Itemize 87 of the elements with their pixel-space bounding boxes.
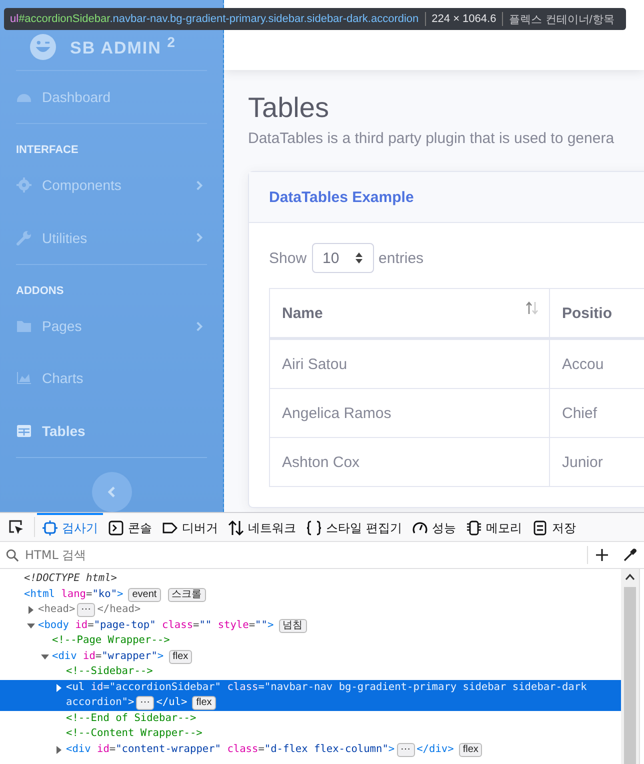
column-header[interactable]: Positio	[550, 288, 644, 338]
page-description: DataTables is a third party plugin that is used to genera	[248, 130, 616, 147]
area-chart-icon	[16, 370, 32, 386]
show-label: Show	[269, 250, 307, 266]
wrench-icon	[16, 230, 32, 246]
table-cell: Ashton Cox	[270, 438, 550, 486]
markup-row[interactable]: <ul id="accordionSidebar" class="navbar-nav bg-gradient-primary sidebar sidebar-dark accordion"> ⋯ </ul> flex	[0, 680, 621, 710]
braces-icon	[306, 520, 322, 536]
chevron-left-icon	[108, 486, 116, 498]
node-badge[interactable]: 넘침	[278, 618, 307, 632]
picker-icon	[8, 519, 24, 535]
markup-row[interactable]: <div id="content-wrapper" class="d-flex flex-column"> ⋯ </div> flex	[0, 742, 621, 757]
markup-text: </head>	[97, 603, 141, 615]
markup-row[interactable]: <body id="page-top" class="" style=""> 넘침	[0, 618, 621, 633]
markup-row[interactable]: <div id="wrapper"> flex	[0, 648, 621, 664]
markup-text: </ul>	[156, 696, 188, 708]
dimensions-text: 224 × 1064.6	[432, 13, 496, 25]
devtools-tab[interactable]: 콘솔	[103, 513, 157, 541]
markup-row[interactable]: <!--End of Sidebar-->	[0, 710, 621, 726]
markup-text: <div id="content-wrapper" class="d-flex flex-column">	[66, 742, 395, 754]
markup-row[interactable]: <!DOCTYPE html>	[0, 571, 621, 586]
markup-text: <!--Content Wrapper-->	[66, 727, 202, 739]
markup-text: <!DOCTYPE html>	[24, 572, 117, 584]
markup-text: <ul id="accordionSidebar" class="navbar-nav bg-gradient-primary sidebar sidebar-dark	[66, 680, 587, 692]
markup-row[interactable]: <!--Page Wrapper-->	[0, 633, 621, 648]
devtools-tab[interactable]: 저장	[526, 513, 581, 541]
markup-text: <!--Page Wrapper-->	[52, 634, 170, 646]
element-type-text: 플렉스 컨테이너/항목	[509, 12, 614, 26]
markup-text: </div>	[416, 742, 454, 754]
console-icon	[108, 520, 124, 536]
markup-text: <div id="wrapper">	[52, 650, 164, 662]
node-badge[interactable]: 스크롤	[168, 588, 206, 602]
page-size-select[interactable]: 10	[312, 243, 374, 273]
markup-text: <body id="page-top" class="" style="">	[38, 618, 274, 630]
devtools-tab[interactable]: 네트워크	[223, 513, 301, 541]
table-cell: Angelica Ramos	[270, 388, 550, 438]
markup-text: <!--Sidebar-->	[66, 665, 153, 677]
storage-icon	[532, 520, 548, 536]
collapsed-content-badge[interactable]: ⋯	[77, 603, 96, 617]
node-badge[interactable]: flex	[458, 742, 482, 756]
card-title: DataTables Example	[269, 188, 414, 206]
devtools-tab[interactable]: 디버거	[157, 513, 223, 541]
eyedropper-icon	[623, 548, 637, 562]
markup-row[interactable]: <html lang="ko"> event 스크롤	[0, 586, 621, 602]
collapsed-content-badge[interactable]: ⋯	[396, 742, 415, 756]
devtools-tab[interactable]: 검사기	[37, 513, 103, 541]
section-heading: ADDONS	[16, 284, 65, 299]
chip-icon	[466, 520, 482, 536]
devtools-tab[interactable]: 메모리	[460, 513, 527, 541]
markup-text: <!--End of Sidebar-->	[66, 712, 196, 724]
brand-name: SB ADMIN $^{2}$	[70, 35, 176, 59]
node-badge[interactable]: flex	[168, 650, 192, 664]
folder-icon	[16, 318, 32, 334]
laughing-face-icon	[30, 34, 56, 60]
gear-icon	[16, 177, 32, 194]
arrows-icon	[228, 520, 244, 536]
sort-arrows-icon	[354, 252, 363, 264]
expanded-arrow-icon[interactable]	[26, 620, 36, 630]
page-title: Tables	[248, 92, 330, 124]
markup-text: <head>	[38, 603, 76, 615]
scrollbar[interactable]	[621, 569, 639, 764]
markup-row[interactable]: <head> ⋯ </head>	[0, 602, 621, 618]
node-badge[interactable]: flex	[192, 696, 216, 710]
sidebar-toggle-button[interactable]	[92, 472, 132, 512]
entries-label: entries	[378, 250, 424, 266]
expanded-arrow-icon[interactable]	[40, 652, 50, 662]
devtools-tab[interactable]: 스타일 편집기	[301, 513, 407, 541]
collapsed-content-badge[interactable]: ⋯	[136, 696, 154, 710]
plus-icon	[595, 548, 609, 562]
column-header[interactable]: Name	[270, 288, 550, 338]
markup-text: accordion">	[66, 696, 134, 708]
node-badge[interactable]: event	[128, 588, 161, 602]
collapsed-arrow-icon[interactable]	[54, 744, 64, 754]
markup-text: <html lang="ko">	[24, 588, 124, 600]
section-heading: INTERFACE	[16, 143, 80, 158]
selector-text: ul#accordionSidebar.navbar-nav.bg-gradient-primary.sidebar.sidebar-dark.accordion	[10, 13, 419, 25]
gauge-icon	[412, 520, 428, 536]
square-icon	[42, 520, 58, 536]
table-cell: Airi Satou	[270, 338, 550, 388]
markup-row[interactable]: <!--Content Wrapper-->	[0, 726, 621, 742]
collapsed-arrow-icon[interactable]	[26, 605, 36, 615]
table-icon	[16, 422, 32, 439]
devtools-tab[interactable]: 성능	[406, 513, 461, 541]
tag-icon	[162, 520, 178, 536]
collapsed-arrow-icon[interactable]	[54, 682, 64, 692]
markup-row[interactable]: <!--Sidebar-->	[0, 664, 621, 680]
search-icon	[6, 548, 19, 562]
